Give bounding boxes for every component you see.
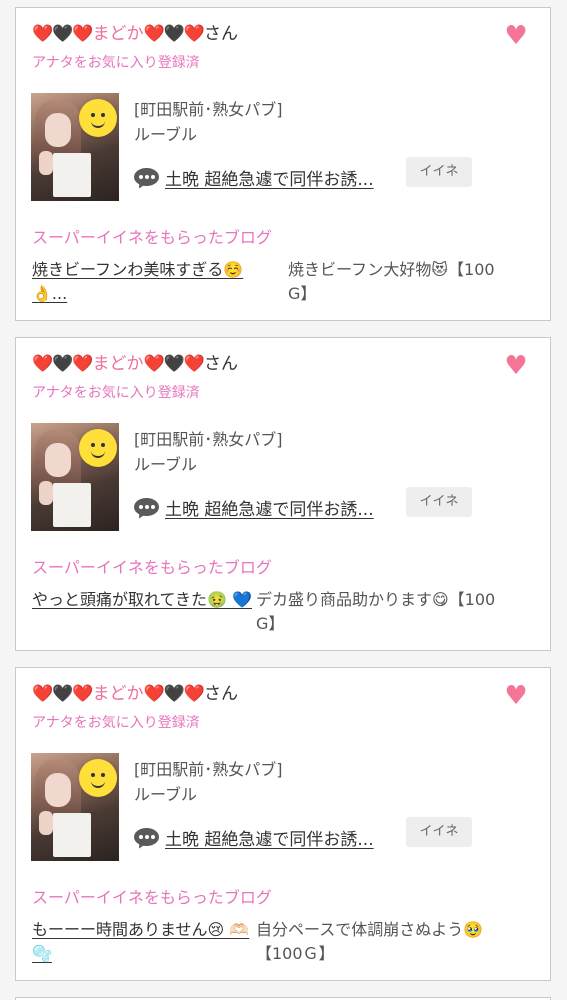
latest-post-link[interactable]: 土晩 超絶急遽で同伴お誘... [165, 825, 374, 850]
hearts-decoration-left: ❤️🖤❤️ [32, 354, 94, 374]
hearts-decoration-left: ❤️🖤❤️ [32, 684, 94, 704]
smiley-sticker-icon [79, 99, 117, 137]
profile-photo[interactable] [31, 423, 119, 531]
favorite-status-label: アナタをお気に入り登録済 [32, 385, 200, 401]
super-iine-blog-heading: スーパーイイネをもらったブログ [32, 888, 272, 907]
shop-name[interactable]: ルーブル [134, 781, 197, 805]
speech-bubble-icon [134, 167, 159, 190]
blog-title-link[interactable]: もーーー時間ありません😢 🫶🏻🫧 [32, 918, 268, 966]
favorite-users-list: ❤️🖤❤️まどか❤️🖤❤️さん アナタをお気に入り登録済 ♥ [町田駅前･熟女パ… [0, 0, 567, 1000]
honorific-suffix: さん [204, 354, 239, 374]
super-iine-blog-heading: スーパーイイネをもらったブログ [32, 558, 272, 577]
hearts-decoration-right: ❤️🖤❤️ [143, 24, 206, 44]
user-name: まどか [92, 354, 144, 374]
photo-hand [39, 481, 53, 505]
user-card: ❤️🖤❤️まどか❤️🖤❤️さん アナタをお気に入り登録済 ♥ [町田駅前･熟女パ… [15, 337, 551, 651]
photo-bag [53, 483, 91, 527]
iine-button[interactable]: イイネ [406, 817, 472, 847]
blog-title-link[interactable]: やっと頭痛が取れてきた🤢 💙 [32, 588, 268, 612]
photo-face [45, 443, 71, 477]
shop-area: [町田駅前･熟女パブ] [134, 100, 283, 119]
user-name-line[interactable]: ❤️🖤❤️まどか❤️🖤❤️さん [32, 682, 238, 706]
super-iine-blog-heading: スーパーイイネをもらったブログ [32, 228, 272, 247]
photo-hand [39, 151, 53, 175]
user-name: まどか [92, 24, 144, 44]
heart-icon[interactable]: ♥ [504, 23, 528, 49]
shop-name[interactable]: ルーブル [134, 451, 197, 475]
hearts-decoration-right: ❤️🖤❤️ [143, 684, 206, 704]
speech-bubble-icon [134, 827, 159, 850]
blog-comment: 自分ペースで体調崩さぬよう🥹【100Ｇ】 [256, 920, 484, 963]
favorite-status-label: アナタをお気に入り登録済 [32, 55, 200, 71]
smiley-sticker-icon [79, 759, 117, 797]
profile-photo[interactable] [31, 93, 119, 201]
photo-hand [39, 811, 53, 835]
heart-icon[interactable]: ♥ [504, 683, 528, 709]
heart-icon[interactable]: ♥ [504, 353, 528, 379]
iine-button[interactable]: イイネ [406, 157, 472, 187]
photo-bag [53, 813, 91, 857]
honorific-suffix: さん [204, 24, 239, 44]
user-name-line[interactable]: ❤️🖤❤️まどか❤️🖤❤️さん [32, 22, 238, 46]
photo-bag [53, 153, 91, 197]
hearts-decoration-right: ❤️🖤❤️ [143, 354, 206, 374]
latest-post-link[interactable]: 土晩 超絶急遽で同伴お誘... [165, 495, 374, 520]
user-name-line[interactable]: ❤️🖤❤️まどか❤️🖤❤️さん [32, 352, 238, 376]
blog-title-link[interactable]: 焼きビーフンわ美味すぎる☺️ 👌... [32, 258, 268, 306]
photo-face [45, 113, 71, 147]
latest-post-row[interactable]: 土晩 超絶急遽で同伴お誘... [134, 165, 374, 190]
honorific-suffix: さん [204, 684, 239, 704]
shop-name[interactable]: ルーブル [134, 121, 197, 145]
blog-comment: デカ盛り商品助かります😋【100 G】 [256, 590, 496, 633]
iine-button[interactable]: イイネ [406, 487, 472, 517]
profile-photo[interactable] [31, 753, 119, 861]
user-card: ❤️🖤❤️まどか❤️🖤❤️さん アナタをお気に入り登録済 ♥ [町田駅前･熟女パ… [15, 667, 551, 981]
shop-area: [町田駅前･熟女パブ] [134, 430, 283, 449]
latest-post-link[interactable]: 土晩 超絶急遽で同伴お誘... [165, 165, 374, 190]
user-card: ❤️🖤❤️まどか❤️🖤❤️さん アナタをお気に入り登録済 ♥ [町田駅前･熟女パ… [15, 7, 551, 321]
user-name: まどか [92, 684, 144, 704]
hearts-decoration-left: ❤️🖤❤️ [32, 24, 94, 44]
shop-area: [町田駅前･熟女パブ] [134, 760, 283, 779]
latest-post-row[interactable]: 土晩 超絶急遽で同伴お誘... [134, 495, 374, 520]
favorite-status-label: アナタをお気に入り登録済 [32, 715, 200, 731]
latest-post-row[interactable]: 土晩 超絶急遽で同伴お誘... [134, 825, 374, 850]
smiley-sticker-icon [79, 429, 117, 467]
photo-face [45, 773, 71, 807]
speech-bubble-icon [134, 497, 159, 520]
blog-comment: 焼きビーフン大好物😻【100 G】 [288, 260, 495, 303]
